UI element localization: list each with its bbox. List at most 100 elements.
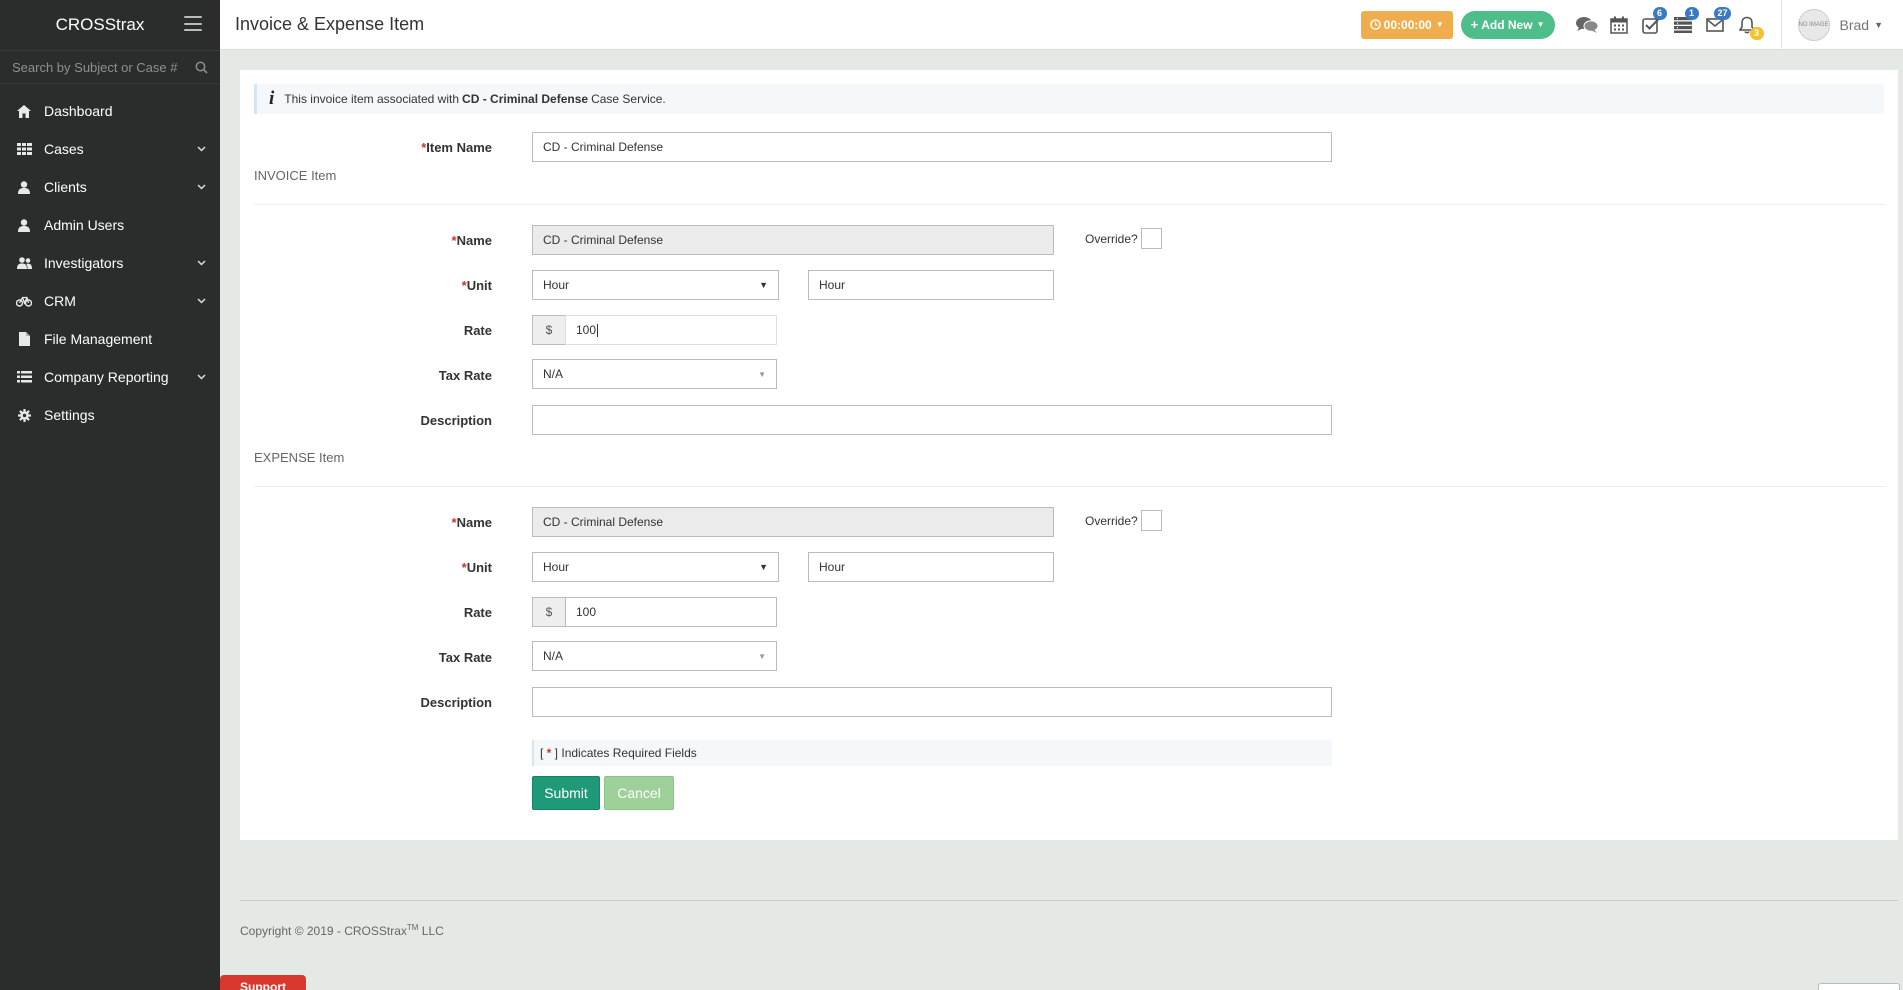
search-input[interactable] <box>12 59 195 75</box>
invoice-unit-select[interactable]: Hour ▼ <box>532 270 779 300</box>
caret-down-icon: ▼ <box>1874 19 1883 30</box>
required-note-text: Indicates Required Fields <box>561 746 697 760</box>
sidebar-item-cases[interactable]: Cases <box>0 130 220 168</box>
calendar-icon[interactable] <box>1607 13 1631 37</box>
user-menu[interactable]: NO IMAGE Brad ▼ <box>1780 0 1883 50</box>
clock-icon <box>1369 19 1381 30</box>
override-label: Override? <box>1085 513 1138 528</box>
expense-unit-select[interactable]: Hour ▼ <box>532 552 779 582</box>
required-fields-note: [ * ] Indicates Required Fields <box>532 740 1332 766</box>
grid-icon <box>16 141 32 157</box>
gear-icon <box>16 407 32 423</box>
tasks-icon[interactable]: 6 <box>1639 6 1667 37</box>
expense-name-label: *Name <box>451 515 492 530</box>
sidebar: CROSStrax Dashboard Cases Clients Admin … <box>0 0 220 990</box>
sidebar-item-label: Dashboard <box>44 103 113 119</box>
invoice-description-input[interactable] <box>532 405 1332 435</box>
override-label: Override? <box>1085 231 1138 246</box>
user-icon <box>16 217 32 233</box>
expense-unit-text-input[interactable]: Hour <box>808 552 1054 582</box>
info-icon: i <box>269 88 275 109</box>
file-icon <box>16 331 32 347</box>
add-new-button[interactable]: + Add New ▼ <box>1460 10 1555 39</box>
bicycle-icon <box>16 293 32 309</box>
form-card: i This invoice item associated with CD -… <box>240 70 1898 840</box>
sidebar-search <box>0 50 220 84</box>
brand-name[interactable]: CROSStrax <box>56 15 145 35</box>
list-icon[interactable]: 1 <box>1671 6 1699 37</box>
sidebar-item-label: Investigators <box>44 255 124 271</box>
expense-description-label: Description <box>420 695 492 710</box>
expense-override-checkbox[interactable] <box>1140 510 1162 531</box>
search-icon[interactable] <box>195 61 208 74</box>
sidebar-nav: Dashboard Cases Clients Admin Users Inve… <box>0 92 220 434</box>
caret-down-icon: ▼ <box>758 651 766 661</box>
mail-icon[interactable]: 27 <box>1703 6 1731 37</box>
expense-rate-input[interactable]: 100 <box>565 597 777 627</box>
expense-rate-group: $ 100 <box>532 597 777 627</box>
sidebar-item-label: Clients <box>44 179 87 195</box>
invoice-unit-text-input[interactable]: Hour <box>808 270 1054 300</box>
sidebar-item-settings[interactable]: Settings <box>0 396 220 434</box>
chat-icon[interactable] <box>1575 13 1599 37</box>
expense-tax-select[interactable]: N/A ▼ <box>532 641 777 671</box>
info-suffix: Case Service. <box>591 92 666 106</box>
sidebar-item-crm[interactable]: CRM <box>0 282 220 320</box>
sidebar-item-company-reporting[interactable]: Company Reporting <box>0 358 220 396</box>
invoice-tax-select[interactable]: N/A ▼ <box>532 359 777 389</box>
plus-icon: + <box>1470 17 1479 32</box>
list-icon <box>16 369 32 385</box>
top-header: Invoice & Expense Item 00:00:00 ▼ + Add … <box>220 0 1903 50</box>
sidebar-item-dashboard[interactable]: Dashboard <box>0 92 220 130</box>
brand-area: CROSStrax <box>0 0 220 50</box>
user-name: Brad <box>1839 16 1870 33</box>
currency-addon: $ <box>532 315 565 345</box>
caret-down-icon: ▼ <box>1435 20 1444 29</box>
page-title: Invoice & Expense Item <box>235 14 425 34</box>
caret-down-icon: ▼ <box>759 562 768 572</box>
mail-badge: 27 <box>1714 6 1731 20</box>
sidebar-item-clients[interactable]: Clients <box>0 168 220 206</box>
add-new-label: Add New <box>1481 17 1533 32</box>
submit-button[interactable]: Submit <box>532 776 600 810</box>
select-value: N/A <box>543 649 564 663</box>
invoice-name-label: *Name <box>451 233 492 248</box>
info-prefix: This invoice item associated with <box>284 92 460 106</box>
invoice-name-input[interactable]: CD - Criminal Defense <box>532 225 1054 255</box>
sidebar-item-label: Cases <box>44 141 84 157</box>
expense-name-input[interactable]: CD - Criminal Defense <box>532 507 1054 537</box>
invoice-rate-group: $ 100 <box>532 315 777 345</box>
sidebar-item-file-management[interactable]: File Management <box>0 320 220 358</box>
divider <box>254 204 1886 205</box>
text-cursor <box>597 323 599 337</box>
expense-override: Override? <box>1085 510 1162 531</box>
expense-description-input[interactable] <box>532 687 1332 717</box>
expense-section-title: EXPENSE Item <box>254 450 345 465</box>
item-name-input[interactable]: CD - Criminal Defense <box>532 132 1332 162</box>
divider <box>254 486 1886 487</box>
sidebar-item-admin-users[interactable]: Admin Users <box>0 206 220 244</box>
sidebar-item-label: File Management <box>44 331 153 347</box>
invoice-rate-input[interactable]: 100 <box>565 315 777 345</box>
chat-widget-tab[interactable] <box>1818 983 1900 990</box>
invoice-override-checkbox[interactable] <box>1140 228 1162 249</box>
cancel-button[interactable]: Cancel <box>604 776 674 810</box>
timer-button[interactable]: 00:00:00 ▼ <box>1360 10 1453 39</box>
bell-icon[interactable]: 3 <box>1735 13 1764 40</box>
users-icon <box>16 255 32 271</box>
sidebar-item-investigators[interactable]: Investigators <box>0 244 220 282</box>
invoice-tax-label: Tax Rate <box>438 368 492 383</box>
chevron-down-icon <box>196 296 206 306</box>
chevron-down-icon <box>196 372 206 382</box>
chevron-down-icon <box>196 144 206 154</box>
list-badge: 1 <box>1684 6 1699 20</box>
info-alert: i This invoice item associated with CD -… <box>254 84 1884 114</box>
expense-tax-label: Tax Rate <box>438 650 492 665</box>
footer-divider <box>240 900 1898 901</box>
tasks-badge: 6 <box>1652 6 1667 20</box>
support-button[interactable]: Support <box>220 975 306 990</box>
user-icon <box>16 179 32 195</box>
expense-rate-label: Rate <box>463 605 492 620</box>
hamburger-menu-icon[interactable] <box>184 16 202 31</box>
home-icon <box>16 103 32 119</box>
